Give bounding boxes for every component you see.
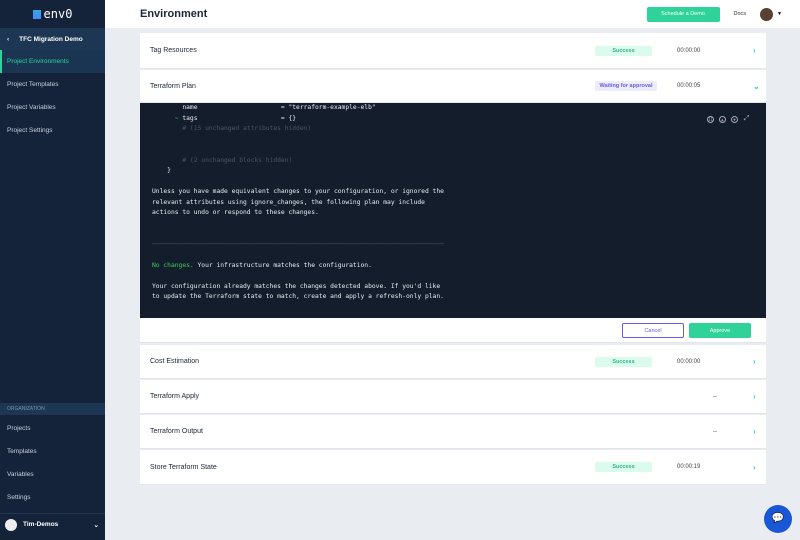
step-row[interactable]: Store Terraform State Success 00:00:19 › xyxy=(140,450,766,485)
step-time: -- xyxy=(713,428,717,435)
sidebar-item-templates[interactable]: Templates xyxy=(0,440,105,463)
step-row[interactable]: Tag Resources Success 00:00:00 › xyxy=(140,33,766,69)
step-time: 00:00:00 xyxy=(677,47,701,54)
logo-text: env0 xyxy=(43,7,73,21)
step-time: 00:00:19 xyxy=(677,464,701,470)
logo-icon xyxy=(32,9,41,19)
log-paragraph: Unless you have made equivalent changes … xyxy=(152,188,444,216)
logo[interactable]: env0 xyxy=(0,0,105,28)
step-name: Cost Estimation xyxy=(150,358,200,365)
log-line: # (2 unchanged blocks hidden) xyxy=(152,156,293,164)
project-name: TFC Migration Demo xyxy=(19,35,83,43)
fullscreen-icon[interactable]: ⤢ xyxy=(743,115,750,123)
step-name: Terraform Apply xyxy=(150,393,200,400)
log-text: Your infrastructure matches the configur… xyxy=(193,261,372,269)
step-name: Terraform Output xyxy=(150,428,203,435)
chevron-down-icon: ⌄ xyxy=(93,521,99,529)
docs-link[interactable]: Docs xyxy=(734,11,747,17)
user-menu[interactable]: Tim-Demos ⌄ xyxy=(0,513,105,535)
sidebar-item-project-settings[interactable]: Project Settings xyxy=(0,119,105,142)
chevron-right-icon[interactable]: › xyxy=(753,427,756,436)
step-row[interactable]: Terraform Output -- › xyxy=(140,415,766,449)
status-badge: Success xyxy=(595,356,652,367)
log-line: ~ tags = {} xyxy=(152,114,754,125)
step-name: Terraform Plan xyxy=(150,82,196,90)
user-name: Tim-Demos xyxy=(23,521,59,528)
approve-button[interactable]: Approve xyxy=(689,323,751,338)
chat-icon: 💬 xyxy=(771,513,785,524)
step-name: Store Terraform State xyxy=(150,463,217,471)
log-line: # (15 unchanged attributes hidden) xyxy=(152,125,312,132)
step-name: Tag Resources xyxy=(150,47,197,54)
chevron-right-icon[interactable]: › xyxy=(753,392,756,401)
scroll-down-icon[interactable]: ▼ xyxy=(731,116,738,123)
sidebar-item-settings[interactable]: Settings xyxy=(0,486,105,509)
divider: ────────────────────────────────────────… xyxy=(152,240,444,248)
sidebar-item-projects[interactable]: Projects xyxy=(0,417,105,440)
sidebar-item-project-variables[interactable]: Project Variables xyxy=(0,96,105,119)
log-line: No changes. Your infrastructure matches … xyxy=(152,261,754,272)
chevron-right-icon[interactable]: › xyxy=(753,357,756,366)
approval-actions: Cancel Approve xyxy=(140,318,766,343)
chevron-down-icon[interactable]: ⌄ xyxy=(753,82,760,91)
page-title: Environment xyxy=(140,8,208,20)
back-icon[interactable]: ‹ xyxy=(7,36,9,43)
step-time: 00:00:05 xyxy=(677,83,701,89)
pause-icon[interactable]: II xyxy=(707,116,714,123)
sidebar-item-variables[interactable]: Variables xyxy=(0,463,105,486)
step-row[interactable]: Terraform Apply -- › xyxy=(140,380,766,414)
avatar[interactable] xyxy=(760,7,774,21)
change-marker: ~ xyxy=(152,114,183,122)
sidebar-item-project-environments[interactable]: Project Environments xyxy=(0,50,105,73)
user-avatar xyxy=(5,518,17,531)
step-row[interactable]: Terraform Plan Waiting for approval 00:0… xyxy=(140,70,766,103)
log-paragraph: Your configuration already matches the c… xyxy=(152,282,444,301)
sidebar: env0 ‹ TFC Migration Demo Project Environ… xyxy=(0,0,105,540)
step-time: -- xyxy=(713,393,717,400)
status-badge: Success xyxy=(595,45,652,56)
chevron-right-icon[interactable]: › xyxy=(753,463,756,472)
cancel-button[interactable]: Cancel xyxy=(622,323,684,338)
terminal-output: name = "terraform-example-elb" ~ tags = … xyxy=(140,103,766,318)
organization-label: ORGANIZATION xyxy=(0,403,105,415)
schedule-demo-button[interactable]: Schedule a Demo xyxy=(646,6,720,22)
scroll-up-icon[interactable]: ▲ xyxy=(719,116,726,123)
status-badge: Success xyxy=(595,462,652,472)
header: Environment Schedule a Demo Docs ▼ xyxy=(105,0,800,28)
no-changes-label: No changes. xyxy=(152,261,194,269)
log-line: } xyxy=(152,167,171,174)
step-time: 00:00:00 xyxy=(677,358,701,365)
status-badge: Waiting for approval xyxy=(595,81,657,91)
caret-down-icon[interactable]: ▼ xyxy=(777,11,782,17)
log-line: name = "terraform-example-elb" xyxy=(152,104,376,111)
sidebar-item-project-templates[interactable]: Project Templates xyxy=(0,73,105,96)
chevron-right-icon[interactable]: › xyxy=(753,46,756,55)
chat-button[interactable]: 💬 xyxy=(764,505,792,533)
step-row[interactable]: Cost Estimation Success 00:00:00 › xyxy=(140,345,766,379)
project-selector[interactable]: ‹ TFC Migration Demo xyxy=(0,28,105,50)
log-text: tags = {} xyxy=(182,114,297,122)
